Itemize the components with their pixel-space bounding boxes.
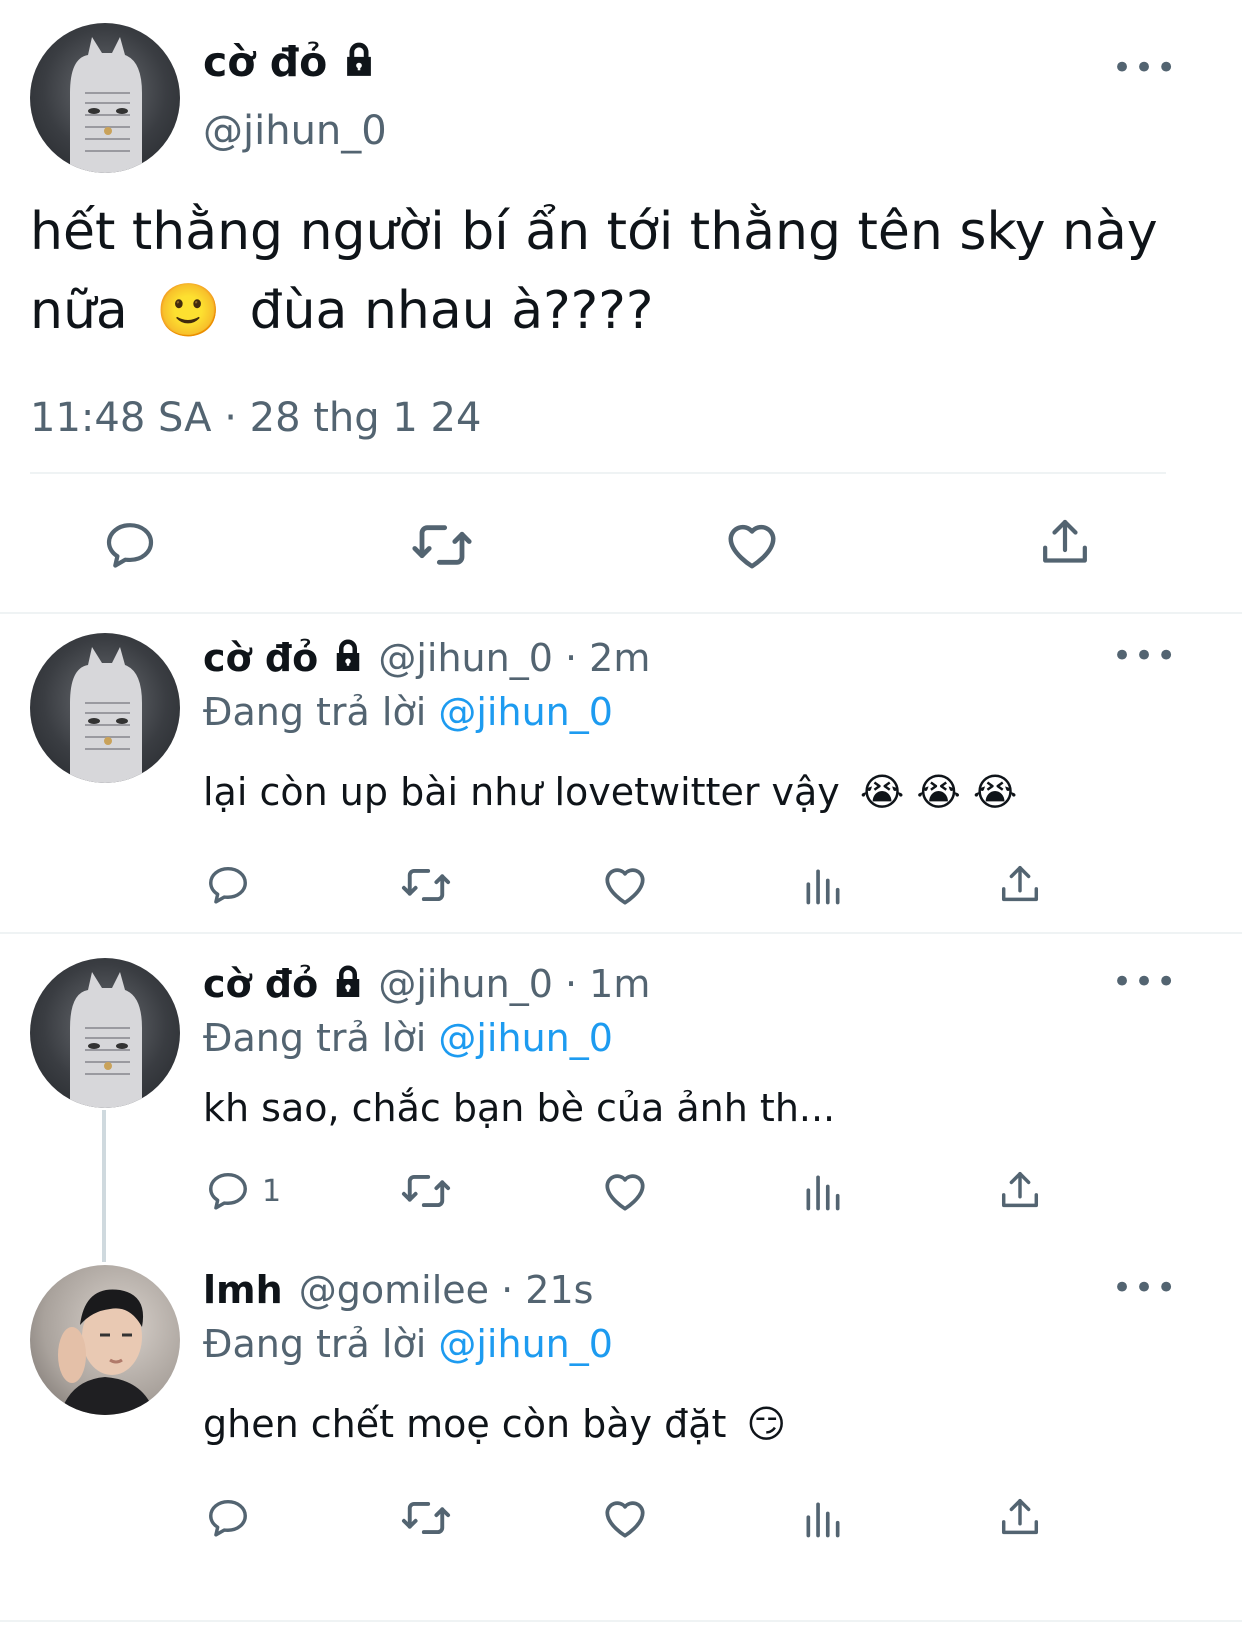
reply-icon[interactable]	[205, 1168, 251, 1214]
avatar[interactable]	[30, 23, 180, 173]
views-icon[interactable]	[801, 1497, 845, 1541]
handle-and-time[interactable]: @jihun_0 · 2m	[378, 636, 650, 680]
reply-icon[interactable]	[205, 1495, 251, 1541]
lock-icon	[330, 964, 366, 1000]
divider	[30, 472, 1166, 474]
more-options-icon[interactable]: •••	[1112, 639, 1178, 673]
thread-line	[102, 1110, 106, 1262]
views-icon[interactable]	[801, 1170, 845, 1214]
timestamp[interactable]: 11:48 SA · 28 thg 1 24	[30, 395, 481, 441]
divider	[0, 1620, 1242, 1622]
tweet-text-line-2b: đùa nhau à????	[249, 281, 654, 341]
display-name[interactable]: cờ đỏ	[203, 636, 318, 680]
heart-icon[interactable]	[600, 1166, 650, 1216]
share-icon[interactable]	[1037, 515, 1093, 571]
reply-icon[interactable]	[102, 517, 158, 573]
divider	[0, 932, 1242, 934]
replying-label: Đang trả lời	[203, 1322, 427, 1366]
share-icon[interactable]	[997, 1168, 1043, 1214]
views-icon[interactable]	[801, 864, 845, 908]
tweet-text: lại còn up bài như lovetwitter vậy	[203, 770, 840, 814]
smirk-emoji: 😏	[746, 1402, 787, 1446]
more-options-icon[interactable]: •••	[1112, 965, 1178, 999]
more-options-icon[interactable]: •••	[1112, 51, 1178, 85]
heart-icon[interactable]	[600, 860, 650, 910]
lock-icon	[330, 638, 366, 674]
share-icon[interactable]	[997, 1495, 1043, 1541]
retweet-icon[interactable]	[400, 1492, 452, 1544]
handle-and-time[interactable]: @jihun_0 · 1m	[378, 962, 650, 1006]
handle-and-time[interactable]: @gomilee · 21s	[299, 1268, 594, 1312]
replying-to-link[interactable]: @jihun_0	[438, 1322, 613, 1366]
display-name[interactable]: cờ đỏ	[203, 38, 327, 86]
crying-emoji: 😭 😭 😭	[859, 770, 1018, 814]
display-name[interactable]: lmh	[203, 1268, 283, 1312]
smile-emoji: 🙂	[156, 281, 222, 341]
tweet-text: ghen chết moẹ còn bày đặt	[203, 1402, 727, 1446]
person-avatar-icon	[58, 1289, 155, 1415]
avatar[interactable]	[30, 958, 180, 1108]
avatar[interactable]	[30, 1265, 180, 1415]
divider	[0, 612, 1242, 614]
heart-icon[interactable]	[600, 1493, 650, 1543]
more-options-icon[interactable]: •••	[1112, 1271, 1178, 1305]
cat-avatar-icon	[70, 972, 142, 1108]
reply-count: 1	[262, 1174, 282, 1209]
tweet-text-line-1: hết thằng người bí ẩn tới thằng tên sky …	[30, 202, 1158, 262]
display-name[interactable]: cờ đỏ	[203, 962, 318, 1006]
retweet-icon[interactable]	[410, 513, 474, 577]
retweet-icon[interactable]	[400, 1165, 452, 1217]
reply-icon[interactable]	[205, 862, 251, 908]
tweet-text: kh sao, chắc bạn bè của ảnh th...	[203, 1086, 836, 1130]
replying-label: Đang trả lời	[203, 1016, 427, 1060]
handle[interactable]: @jihun_0	[203, 108, 387, 154]
share-icon[interactable]	[997, 862, 1043, 908]
cat-avatar-icon	[70, 37, 142, 173]
tweet-text-line-2a: nữa	[30, 281, 128, 341]
cat-avatar-icon	[70, 647, 142, 783]
avatar[interactable]	[30, 633, 180, 783]
replying-label: Đang trả lời	[203, 690, 427, 734]
lock-icon	[340, 41, 378, 79]
heart-icon[interactable]	[722, 515, 782, 575]
replying-to-link[interactable]: @jihun_0	[438, 690, 613, 734]
retweet-icon[interactable]	[400, 859, 452, 911]
replying-to-link[interactable]: @jihun_0	[438, 1016, 613, 1060]
